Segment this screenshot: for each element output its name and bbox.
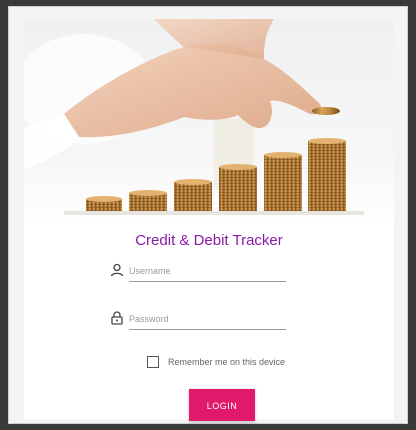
hero-image <box>24 19 394 224</box>
app-title: Credit & Debit Tracker <box>135 232 283 249</box>
login-card: Credit & Debit Tracker Remember me on th… <box>24 19 394 421</box>
password-field <box>111 309 314 333</box>
remember-checkbox[interactable] <box>147 356 159 368</box>
username-input[interactable] <box>129 261 286 282</box>
user-icon <box>110 263 124 277</box>
login-button[interactable]: LOGIN <box>189 389 255 421</box>
coins-stacks-hand-image <box>24 19 394 224</box>
username-field <box>110 261 314 285</box>
lock-icon <box>111 311 123 325</box>
login-window: Credit & Debit Tracker Remember me on th… <box>8 6 408 424</box>
remember-label: Remember me on this device <box>168 357 286 367</box>
password-input[interactable] <box>129 309 286 330</box>
